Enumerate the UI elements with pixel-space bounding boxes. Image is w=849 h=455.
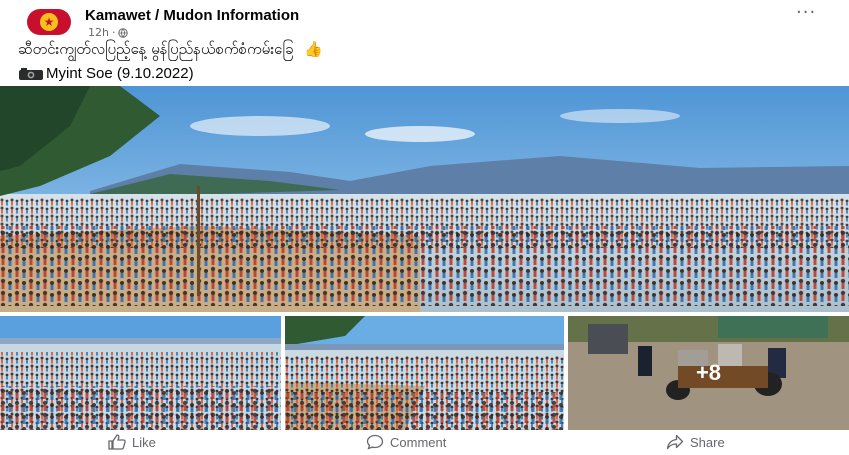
- caption-text: ဆီတင်းကျွတ်လပြည့်နေ့ မွန်ပြည်နယ်စက်စံကမ်…: [18, 40, 294, 58]
- post-photo-main[interactable]: [0, 86, 849, 312]
- more-dots-icon[interactable]: ···: [796, 4, 816, 22]
- camera-icon: [19, 67, 43, 80]
- post-header: ★ Kamawet / Mudon Information 12h · ···: [0, 0, 849, 40]
- share-icon: [666, 434, 684, 450]
- post-caption: ဆီတင်းကျွတ်လပြည့်နေ့ မွန်ပြည်နယ်စက်စံကမ်…: [18, 40, 323, 62]
- action-bar: Like Comment Share: [0, 431, 849, 455]
- like-label: Like: [132, 434, 156, 450]
- more-photos-tile[interactable]: +8: [568, 316, 849, 430]
- like-button[interactable]: Like: [108, 434, 156, 450]
- more-photos-count: +8: [568, 316, 849, 430]
- page-logo-icon[interactable]: ★: [27, 9, 71, 35]
- post-meta: 12h ·: [88, 26, 129, 39]
- comment-button[interactable]: Comment: [366, 434, 446, 450]
- share-button[interactable]: Share: [666, 434, 725, 450]
- page-name-link[interactable]: Kamawet / Mudon Information: [85, 7, 299, 24]
- share-label: Share: [690, 434, 725, 450]
- post-photo-2[interactable]: [0, 316, 281, 430]
- post-time[interactable]: 12h: [88, 26, 109, 39]
- globe-icon: [118, 27, 129, 38]
- photo-credit: Myint Soe (9.10.2022): [18, 65, 194, 82]
- post-photo-3[interactable]: [285, 316, 564, 430]
- thumb-up-icon: [108, 434, 126, 450]
- comment-icon: [366, 434, 384, 450]
- comment-label: Comment: [390, 434, 447, 450]
- credit-text: Myint Soe (9.10.2022): [46, 65, 194, 82]
- meta-separator: ·: [111, 26, 116, 39]
- thumbs-up-emoji: 👍: [304, 40, 323, 58]
